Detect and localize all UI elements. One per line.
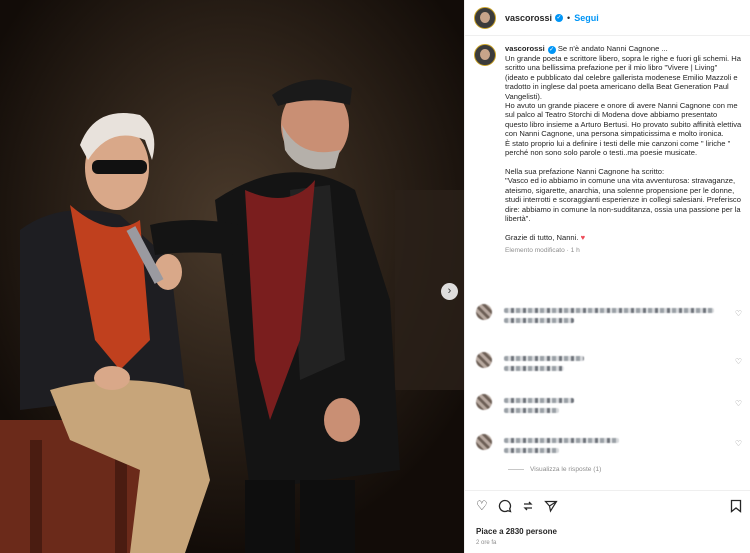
comment-text-blurred	[504, 356, 584, 361]
paper-plane-icon[interactable]	[544, 499, 558, 516]
heart-outline-icon[interactable]: ♡	[735, 357, 742, 366]
bookmark-icon[interactable]	[730, 499, 742, 516]
comment: ♡	[476, 394, 746, 424]
caption-username[interactable]: vascorossi	[505, 44, 545, 53]
comment: ♡	[476, 434, 746, 464]
action-bar: ♡ Piace a 2830 persone 2 ore fa	[465, 490, 750, 553]
caption-line: Un grande poeta e scrittore libero, sopr…	[505, 54, 744, 101]
comment-text-blurred	[504, 398, 574, 403]
caption-line: "Vasco ed io abbiamo in comune una vita …	[505, 176, 744, 223]
verified-badge-icon: ✓	[547, 46, 556, 54]
caption-spacer	[505, 223, 742, 232]
caption-line: Nella sua prefazione Nanni Cagnone ha sc…	[505, 166, 665, 176]
heart-emoji: ♥	[580, 232, 586, 242]
view-replies-link[interactable]: Visualizza le risposte (1)	[508, 466, 601, 473]
caption-meta: Elemento modificato · 1 h	[505, 247, 580, 255]
header-username[interactable]: vascorossi	[505, 13, 552, 23]
comment: ♡	[476, 304, 746, 334]
likes-count[interactable]: Piace a 2830 persone	[476, 527, 557, 536]
verified-badge-icon: ✓	[555, 13, 564, 22]
comment-avatar-blurred[interactable]	[476, 352, 492, 368]
comment-avatar-blurred[interactable]	[476, 304, 492, 320]
caption-line: Se n'è andato Nanni Cagnone ...	[557, 44, 668, 53]
caption-spacer	[505, 157, 742, 166]
comment-meta-blurred	[504, 448, 559, 453]
separator-dot: •	[567, 12, 571, 23]
heart-outline-icon[interactable]: ♡	[735, 439, 742, 448]
caption-line: Ho avuto un grande piacere e onore di av…	[505, 101, 744, 139]
caption: vascorossi ✓ Se n'è andato Nanni Cagnone …	[465, 36, 750, 296]
comment-text-blurred	[504, 438, 619, 443]
comment-text-blurred	[504, 308, 714, 313]
heart-outline-icon[interactable]: ♡	[735, 399, 742, 408]
post-time: 2 ore fa	[476, 540, 497, 546]
caption-line: È stato proprio lui a definire i testi d…	[505, 138, 733, 158]
avatar[interactable]	[474, 44, 496, 66]
repost-icon[interactable]	[521, 499, 535, 516]
heart-outline-icon[interactable]: ♡	[476, 499, 488, 513]
follow-button[interactable]: Segui	[574, 13, 599, 23]
comment-meta-blurred	[504, 366, 564, 371]
comment-avatar-blurred[interactable]	[476, 394, 492, 410]
avatar[interactable]	[474, 6, 496, 29]
heart-outline-icon[interactable]: ♡	[735, 309, 742, 318]
post-header: vascorossi ✓ • Segui	[465, 0, 750, 36]
carousel-next-button[interactable]: ›	[441, 283, 458, 300]
comment-avatar-blurred[interactable]	[476, 434, 492, 450]
comment: ♡	[476, 352, 746, 382]
post-photo: ›	[0, 0, 464, 553]
stage-photo-illustration	[0, 0, 464, 553]
caption-line: Grazie di tutto, Nanni.	[505, 232, 579, 242]
comment-meta-blurred	[504, 318, 574, 323]
caption-body: vascorossi ✓ Se n'è andato Nanni Cagnone …	[505, 44, 742, 256]
chevron-right-icon: ›	[447, 285, 452, 297]
comment-bubble-icon[interactable]	[498, 499, 512, 516]
post-side-panel: vascorossi ✓ • Segui vascorossi ✓ Se n'è …	[464, 0, 750, 553]
comment-meta-blurred	[504, 408, 559, 413]
